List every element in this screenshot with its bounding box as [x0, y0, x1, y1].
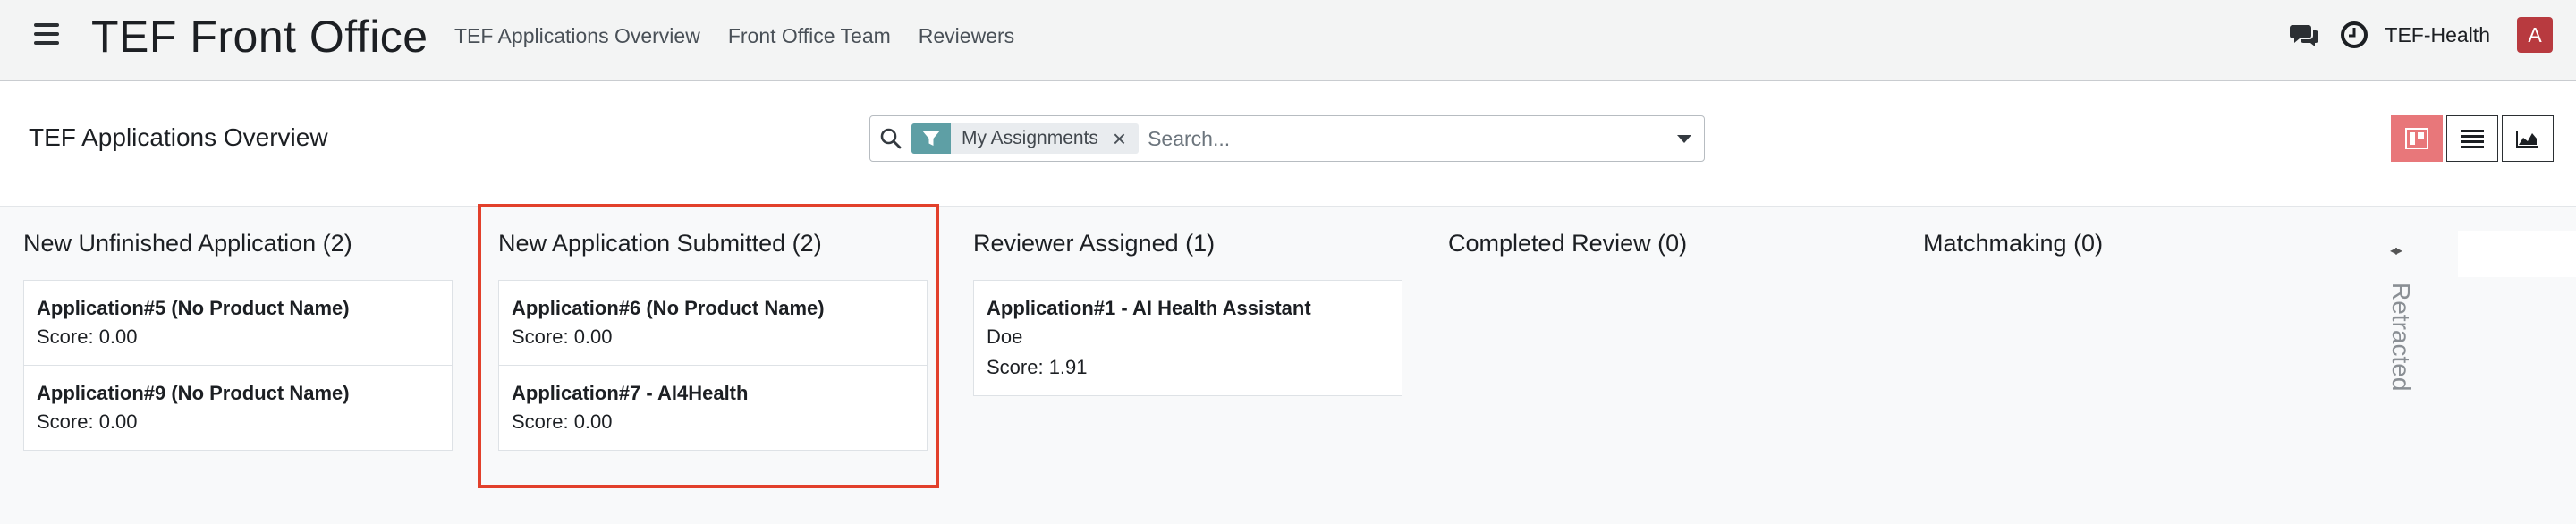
kanban-card[interactable]: Application#5 (No Product Name) Score: 0…: [23, 280, 453, 366]
caret-down-icon: [1676, 134, 1691, 143]
fold-arrows-icon: ◂▸: [2390, 243, 2402, 258]
kanban-icon: [2405, 128, 2428, 149]
search-bar[interactable]: My Assignments ×: [869, 115, 1705, 162]
nav-link-applications-overview[interactable]: TEF Applications Overview: [454, 24, 700, 48]
facet-label: My Assignments: [962, 128, 1098, 148]
card-score: Score: 0.00: [512, 410, 613, 433]
control-panel: TEF Applications Overview My Assignments…: [0, 81, 2576, 207]
page-title: TEF Applications Overview: [29, 123, 328, 151]
kanban-card[interactable]: Application#9 (No Product Name) Score: 0…: [23, 365, 453, 451]
card-reviewer: Doe: [987, 325, 1023, 348]
column-title[interactable]: New Application Submitted (2): [498, 230, 822, 258]
kanban-card[interactable]: Application#1 - AI Health Assistant Doe …: [973, 280, 1402, 396]
card-title: Application#1 - AI Health Assistant: [987, 297, 1311, 319]
card-score: Score: 0.00: [512, 325, 613, 348]
card-title: Application#6 (No Product Name): [512, 297, 825, 319]
view-switcher: [2387, 115, 2554, 162]
search-input[interactable]: [1148, 121, 1663, 156]
card-title: Application#9 (No Product Name): [37, 382, 350, 404]
kanban-card[interactable]: Application#6 (No Product Name) Score: 0…: [498, 280, 928, 366]
search-icon: [880, 128, 902, 149]
facet-remove-icon[interactable]: ×: [1113, 127, 1139, 150]
nav-link-reviewers[interactable]: Reviewers: [919, 24, 1014, 48]
graph-view-button[interactable]: [2502, 115, 2554, 162]
nav-menu: TEF Applications Overview Front Office T…: [454, 24, 1042, 48]
clock-icon[interactable]: [2340, 21, 2368, 49]
column-title[interactable]: Matchmaking (0): [1923, 230, 2103, 258]
chat-icon[interactable]: [2290, 21, 2320, 48]
folded-column-retracted[interactable]: ◂▸ Retracted: [2386, 234, 2419, 413]
app-title[interactable]: TEF Front Office: [91, 11, 428, 63]
filter-icon: [911, 123, 951, 154]
column-title[interactable]: Completed Review (0): [1448, 230, 1687, 258]
add-column-area[interactable]: [2458, 231, 2576, 277]
kanban-view-button[interactable]: [2391, 115, 2443, 162]
search-options-toggle[interactable]: [1663, 116, 1704, 161]
list-view-button[interactable]: [2446, 115, 2498, 162]
kanban-board: New Unfinished Application (2) Applicati…: [0, 207, 2576, 524]
card-score: Score: 1.91: [987, 356, 1088, 378]
company-switcher[interactable]: TEF-Health: [2385, 23, 2490, 47]
kanban-card[interactable]: Application#7 - AI4Health Score: 0.00: [498, 365, 928, 451]
folded-column-label: Retracted: [2387, 283, 2415, 392]
area-chart-icon: [2516, 131, 2538, 148]
column-title[interactable]: Reviewer Assigned (1): [973, 230, 1215, 258]
card-title: Application#7 - AI4Health: [512, 382, 749, 404]
column-title[interactable]: New Unfinished Application (2): [23, 230, 352, 258]
filter-facet: My Assignments ×: [911, 123, 1140, 154]
user-avatar[interactable]: A: [2517, 17, 2553, 53]
systray: TEF-Health A: [2290, 17, 2553, 53]
nav-link-front-office-team[interactable]: Front Office Team: [728, 24, 891, 48]
card-score: Score: 0.00: [37, 410, 138, 433]
card-score: Score: 0.00: [37, 325, 138, 348]
list-icon: [2461, 130, 2484, 148]
card-title: Application#5 (No Product Name): [37, 297, 350, 319]
top-navbar: TEF Front Office TEF Applications Overvi…: [0, 0, 2576, 81]
menu-icon[interactable]: [34, 23, 59, 45]
